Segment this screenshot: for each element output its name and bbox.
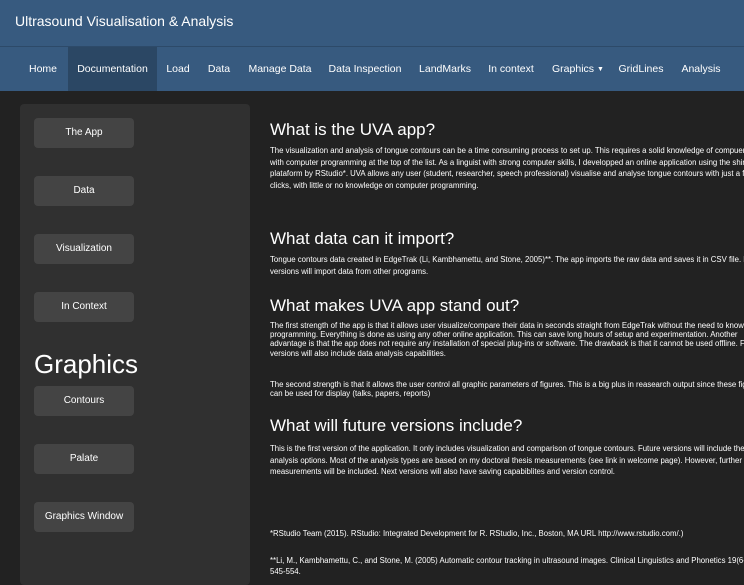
- contours-button[interactable]: Contours: [34, 386, 134, 416]
- nav-landmarks[interactable]: LandMarks: [417, 47, 473, 91]
- section-title: What will future versions include?: [270, 416, 523, 435]
- nav-documentation[interactable]: Documentation: [68, 47, 157, 91]
- palate-button[interactable]: Palate: [34, 444, 134, 474]
- footnote-edgetrak: **Li, M., Kambhamettu, C., and Stone, M.…: [270, 556, 744, 576]
- data-button[interactable]: Data: [34, 176, 134, 206]
- graphics-heading: Graphics: [34, 349, 139, 379]
- section-paragraph: The second strength is that it allows th…: [270, 380, 744, 399]
- nav-data-inspection[interactable]: Data Inspection: [327, 47, 403, 91]
- nav-home[interactable]: Home: [26, 47, 60, 91]
- the-app-button[interactable]: The App: [34, 118, 134, 148]
- nav-graphics-dropdown[interactable]: Graphics ▼: [551, 47, 605, 91]
- caret-down-icon: ▼: [597, 66, 604, 73]
- documentation-content: What is the UVA app? The visualization a…: [270, 110, 744, 585]
- section-paragraph: Tongue contours data created in EdgeTrak…: [270, 255, 744, 276]
- section-paragraph: This is the first version of the applica…: [270, 444, 744, 477]
- nav-data[interactable]: Data: [205, 47, 233, 91]
- section-paragraph: The first strength of the app is that it…: [270, 321, 744, 358]
- nav-manage-data[interactable]: Manage Data: [247, 47, 313, 91]
- nav-analysis[interactable]: Analysis: [681, 47, 721, 91]
- footnote-rstudio: *RStudio Team (2015). RStudio: Integrate…: [270, 529, 684, 538]
- section-title: What data can it import?: [270, 229, 455, 248]
- nav-load[interactable]: Load: [164, 47, 192, 91]
- graphics-window-button[interactable]: Graphics Window: [34, 502, 134, 532]
- nav-gridlines[interactable]: GridLines: [618, 47, 664, 91]
- nav-in-context[interactable]: In context: [486, 47, 536, 91]
- section-paragraph: The visualization and analysis of tongue…: [270, 146, 744, 190]
- in-context-button[interactable]: In Context: [34, 292, 134, 322]
- section-title: What makes UVA app stand out?: [270, 296, 520, 315]
- nav-graphics-label: Graphics: [552, 63, 595, 75]
- app-title: Ultrasound Visualisation & Analysis: [15, 13, 234, 29]
- section-title: What is the UVA app?: [270, 120, 436, 139]
- visualization-button[interactable]: Visualization: [34, 234, 134, 264]
- app-header: Ultrasound Visualisation & Analysis: [0, 0, 744, 47]
- sidebar-panel: The App Data Visualization In Context Gr…: [20, 104, 250, 585]
- navbar: Home Documentation Load Data Manage Data…: [0, 47, 744, 91]
